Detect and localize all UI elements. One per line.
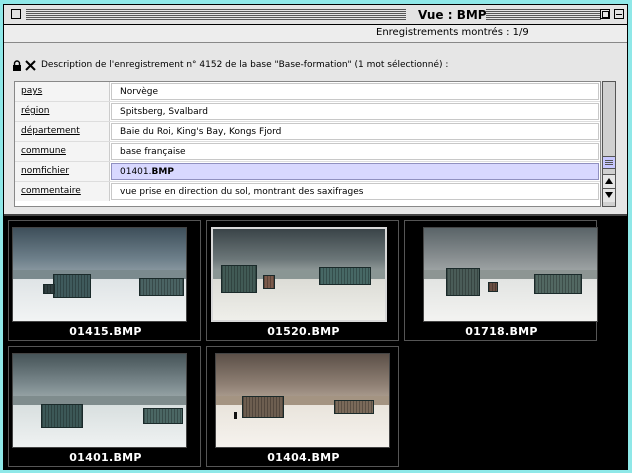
close-x-icon[interactable] <box>25 60 36 71</box>
thumbnail-caption: 01520.BMP <box>267 325 340 338</box>
thumbnail-cell[interactable]: 01401.BMP <box>8 346 201 467</box>
field-label[interactable]: commentaire <box>15 182 110 201</box>
record-fields-table: pays Norvège région Spitsberg, Svalbard … <box>14 81 601 207</box>
field-label[interactable]: région <box>15 102 110 121</box>
collapse-box-icon[interactable] <box>614 9 624 19</box>
scroll-down-arrow-icon[interactable] <box>603 188 615 202</box>
close-box-icon[interactable] <box>11 9 21 19</box>
field-row-pays: pays Norvège <box>15 82 600 102</box>
thumbnail-image[interactable] <box>215 353 390 448</box>
field-value-departement[interactable]: Baie du Roi, King's Bay, Kongs Fjord <box>111 123 599 140</box>
thumbnail-image[interactable] <box>12 227 187 322</box>
records-shown: Enregistrements montrés : 1/9 <box>376 27 529 38</box>
vertical-scrollbar[interactable] <box>602 81 616 207</box>
field-label[interactable]: commune <box>15 142 110 161</box>
field-label[interactable]: pays <box>15 82 110 101</box>
title-stripes-right <box>486 9 601 20</box>
thumbnail-caption: 01718.BMP <box>465 325 538 338</box>
description-panel: Description de l'enregistrement n° 4152 … <box>4 43 627 216</box>
field-row-region: région Spitsberg, Svalbard <box>15 102 600 122</box>
thumbnail-caption: 01404.BMP <box>267 451 340 464</box>
scroll-up-arrow-icon[interactable] <box>603 174 615 188</box>
title-stripes <box>26 9 406 20</box>
title-bar[interactable]: Vue : BMP <box>4 5 627 25</box>
field-row-commentaire: commentaire vue prise en direction du so… <box>15 182 600 202</box>
thumbnail-gallery: 01415.BMP 01520.BMP 01718.BMP 01401.BMP … <box>4 216 627 469</box>
thumbnail-image[interactable] <box>211 227 387 322</box>
thumbnail-image[interactable] <box>423 227 598 322</box>
field-value-commentaire[interactable]: vue prise en direction du sol, montrant … <box>111 183 599 200</box>
thumbnail-caption: 01415.BMP <box>69 325 142 338</box>
field-label[interactable]: nomfichier <box>15 162 110 181</box>
field-row-nomfichier: nomfichier 01401.BMP <box>15 162 600 182</box>
window: Vue : BMP Enregistrements montrés : 1/9 … <box>3 4 628 470</box>
thumbnail-cell-selected[interactable]: 01520.BMP <box>206 220 399 341</box>
field-value-nomfichier[interactable]: 01401.BMP <box>111 163 599 180</box>
thumbnail-cell[interactable]: 01718.BMP <box>404 220 598 341</box>
status-bar: Enregistrements montrés : 1/9 <box>4 25 627 43</box>
filename-extension: BMP <box>151 167 174 177</box>
field-value-commune[interactable]: base française <box>111 143 599 160</box>
thumbnail-image[interactable] <box>12 353 187 448</box>
field-row-commune: commune base française <box>15 142 600 162</box>
field-value-region[interactable]: Spitsberg, Svalbard <box>111 103 599 120</box>
field-value-pays[interactable]: Norvège <box>111 83 599 100</box>
field-row-departement: département Baie du Roi, King's Bay, Kon… <box>15 122 600 142</box>
lock-icon[interactable] <box>11 60 23 72</box>
scroll-thumb[interactable] <box>603 156 615 169</box>
thumbnail-cell[interactable]: 01404.BMP <box>206 346 399 467</box>
thumbnail-caption: 01401.BMP <box>69 451 142 464</box>
filename-stem: 01401. <box>120 167 152 177</box>
window-title: Vue : BMP <box>412 7 493 23</box>
zoom-box-icon[interactable] <box>600 9 610 19</box>
description-header: Description de l'enregistrement n° 4152 … <box>41 60 449 70</box>
field-label[interactable]: département <box>15 122 110 141</box>
thumbnail-cell[interactable]: 01415.BMP <box>8 220 201 341</box>
